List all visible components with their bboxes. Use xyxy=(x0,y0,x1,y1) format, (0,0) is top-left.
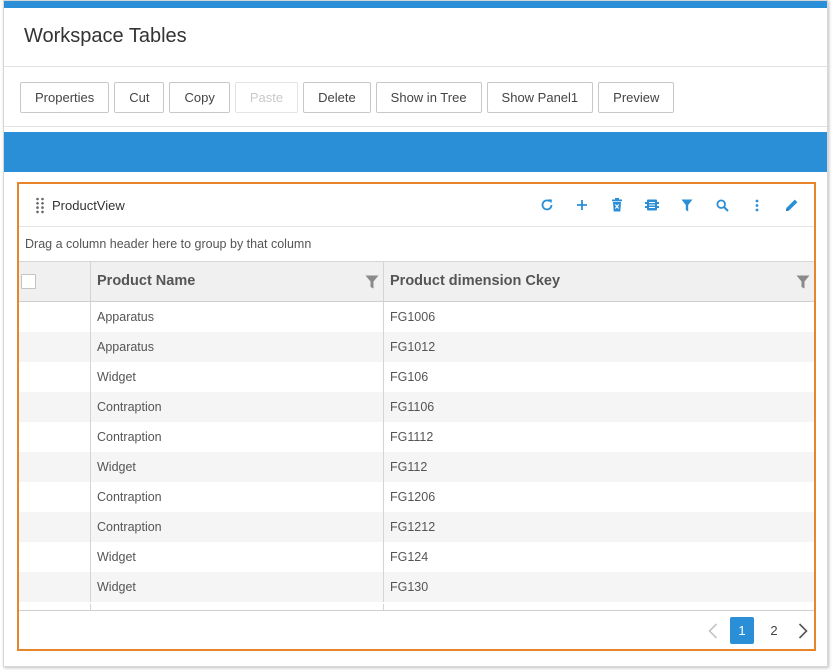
select-all-checkbox[interactable] xyxy=(21,274,36,289)
cut-button[interactable]: Cut xyxy=(114,82,165,113)
row-select-cell[interactable] xyxy=(19,482,90,512)
column-header-label: Product Name xyxy=(97,273,196,289)
product-name-cell: Contraption xyxy=(90,392,383,422)
product-key-cell: FG1212 xyxy=(383,512,814,542)
page-1-button[interactable]: 1 xyxy=(730,617,754,644)
product-key-cell: FG1006 xyxy=(383,302,814,332)
page-2-button[interactable]: 2 xyxy=(762,617,786,644)
grid-header: Product Name Product dimension Ckey xyxy=(19,262,814,302)
product-name-cell: Widget xyxy=(90,542,383,572)
drag-handle-icon[interactable] xyxy=(35,197,45,214)
workspace-window: Workspace Tables Properties Cut Copy Pas… xyxy=(3,0,828,667)
refresh-icon[interactable] xyxy=(537,195,557,215)
product-name-cell: Apparatus xyxy=(90,302,383,332)
next-page-icon[interactable] xyxy=(794,620,812,642)
delete-icon[interactable] xyxy=(607,195,627,215)
table-row[interactable]: Widget FG130 xyxy=(19,572,814,602)
grid-bottom-border xyxy=(19,610,814,612)
row-select-cell[interactable] xyxy=(19,362,90,392)
product-key-cell: FG106 xyxy=(383,362,814,392)
show-in-tree-button[interactable]: Show in Tree xyxy=(375,82,482,113)
product-key-cell: FG1106 xyxy=(383,392,814,422)
product-grid: Product Name Product dimension Ckey Appa… xyxy=(19,261,814,610)
delete-button[interactable]: Delete xyxy=(303,82,371,113)
edit-icon[interactable] xyxy=(782,195,802,215)
product-name-cell: Widget xyxy=(90,572,383,602)
product-key-cell: FG1112 xyxy=(383,422,814,452)
row-select-cell[interactable] xyxy=(19,572,90,602)
product-name-cell: Widget xyxy=(90,452,383,482)
copy-button[interactable]: Copy xyxy=(169,82,230,113)
show-panel1-button[interactable]: Show Panel1 xyxy=(486,82,594,113)
product-key-cell: FG1012 xyxy=(383,332,814,362)
top-accent-strip xyxy=(4,1,827,8)
pager: 1 2 xyxy=(704,617,812,644)
group-by-hint[interactable]: Drag a column header here to group by th… xyxy=(19,227,814,261)
toolbar: Properties Cut Copy Paste Delete Show in… xyxy=(20,82,675,113)
table-row[interactable]: Contraption FG1206 xyxy=(19,482,814,512)
product-name-cell: Widget xyxy=(90,362,383,392)
table-row[interactable]: Widget FG124 xyxy=(19,542,814,572)
column-header-label: Product dimension Ckey xyxy=(390,273,561,289)
column-header-product-dimension-ckey[interactable]: Product dimension Ckey xyxy=(383,262,814,301)
table-row[interactable]: Contraption FG1112 xyxy=(19,422,814,452)
export-icon[interactable] xyxy=(642,195,662,215)
prev-page-icon[interactable] xyxy=(704,620,722,642)
more-icon[interactable] xyxy=(747,195,767,215)
row-select-cell[interactable] xyxy=(19,422,90,452)
product-name-cell: Contraption xyxy=(90,512,383,542)
table-row[interactable]: Widget FG106 xyxy=(19,362,814,392)
product-key-cell: FG130 xyxy=(383,572,814,602)
column-filter-icon[interactable] xyxy=(365,275,379,289)
page-title: Workspace Tables xyxy=(24,25,187,47)
row-select-cell[interactable] xyxy=(19,452,90,482)
table-row[interactable]: Contraption FG1106 xyxy=(19,392,814,422)
row-select-cell[interactable] xyxy=(19,302,90,332)
product-key-cell: FG1206 xyxy=(383,482,814,512)
grid-rows: Apparatus FG1006 Apparatus FG1012 Widget… xyxy=(19,302,814,602)
blue-band xyxy=(4,132,827,172)
preview-button[interactable]: Preview xyxy=(598,82,675,113)
product-key-cell: FG112 xyxy=(383,452,814,482)
table-row[interactable]: Contraption FG1212 xyxy=(19,512,814,542)
paste-button[interactable]: Paste xyxy=(234,82,299,113)
toolbar-divider xyxy=(4,126,827,127)
table-row[interactable]: Apparatus FG1012 xyxy=(19,332,814,362)
product-name-cell: Contraption xyxy=(90,482,383,512)
select-all-column xyxy=(19,262,90,301)
search-icon[interactable] xyxy=(712,195,732,215)
product-name-cell: Apparatus xyxy=(90,332,383,362)
product-name-cell: Contraption xyxy=(90,422,383,452)
column-filter-icon[interactable] xyxy=(796,275,810,289)
product-key-cell: FG124 xyxy=(383,542,814,572)
column-header-product-name[interactable]: Product Name xyxy=(90,262,383,301)
panel-title: ProductView xyxy=(52,198,125,213)
table-row[interactable]: Widget FG112 xyxy=(19,452,814,482)
table-row[interactable]: Apparatus FG1006 xyxy=(19,302,814,332)
title-divider xyxy=(4,66,827,67)
product-view-panel: ProductView Drag a column header here to… xyxy=(17,182,816,651)
row-select-cell[interactable] xyxy=(19,332,90,362)
row-select-cell[interactable] xyxy=(19,542,90,572)
row-select-cell[interactable] xyxy=(19,512,90,542)
panel-header: ProductView xyxy=(19,184,814,227)
panel-tools xyxy=(537,195,802,215)
row-select-cell[interactable] xyxy=(19,392,90,422)
properties-button[interactable]: Properties xyxy=(20,82,110,113)
filter-icon[interactable] xyxy=(677,195,697,215)
add-icon[interactable] xyxy=(572,195,592,215)
